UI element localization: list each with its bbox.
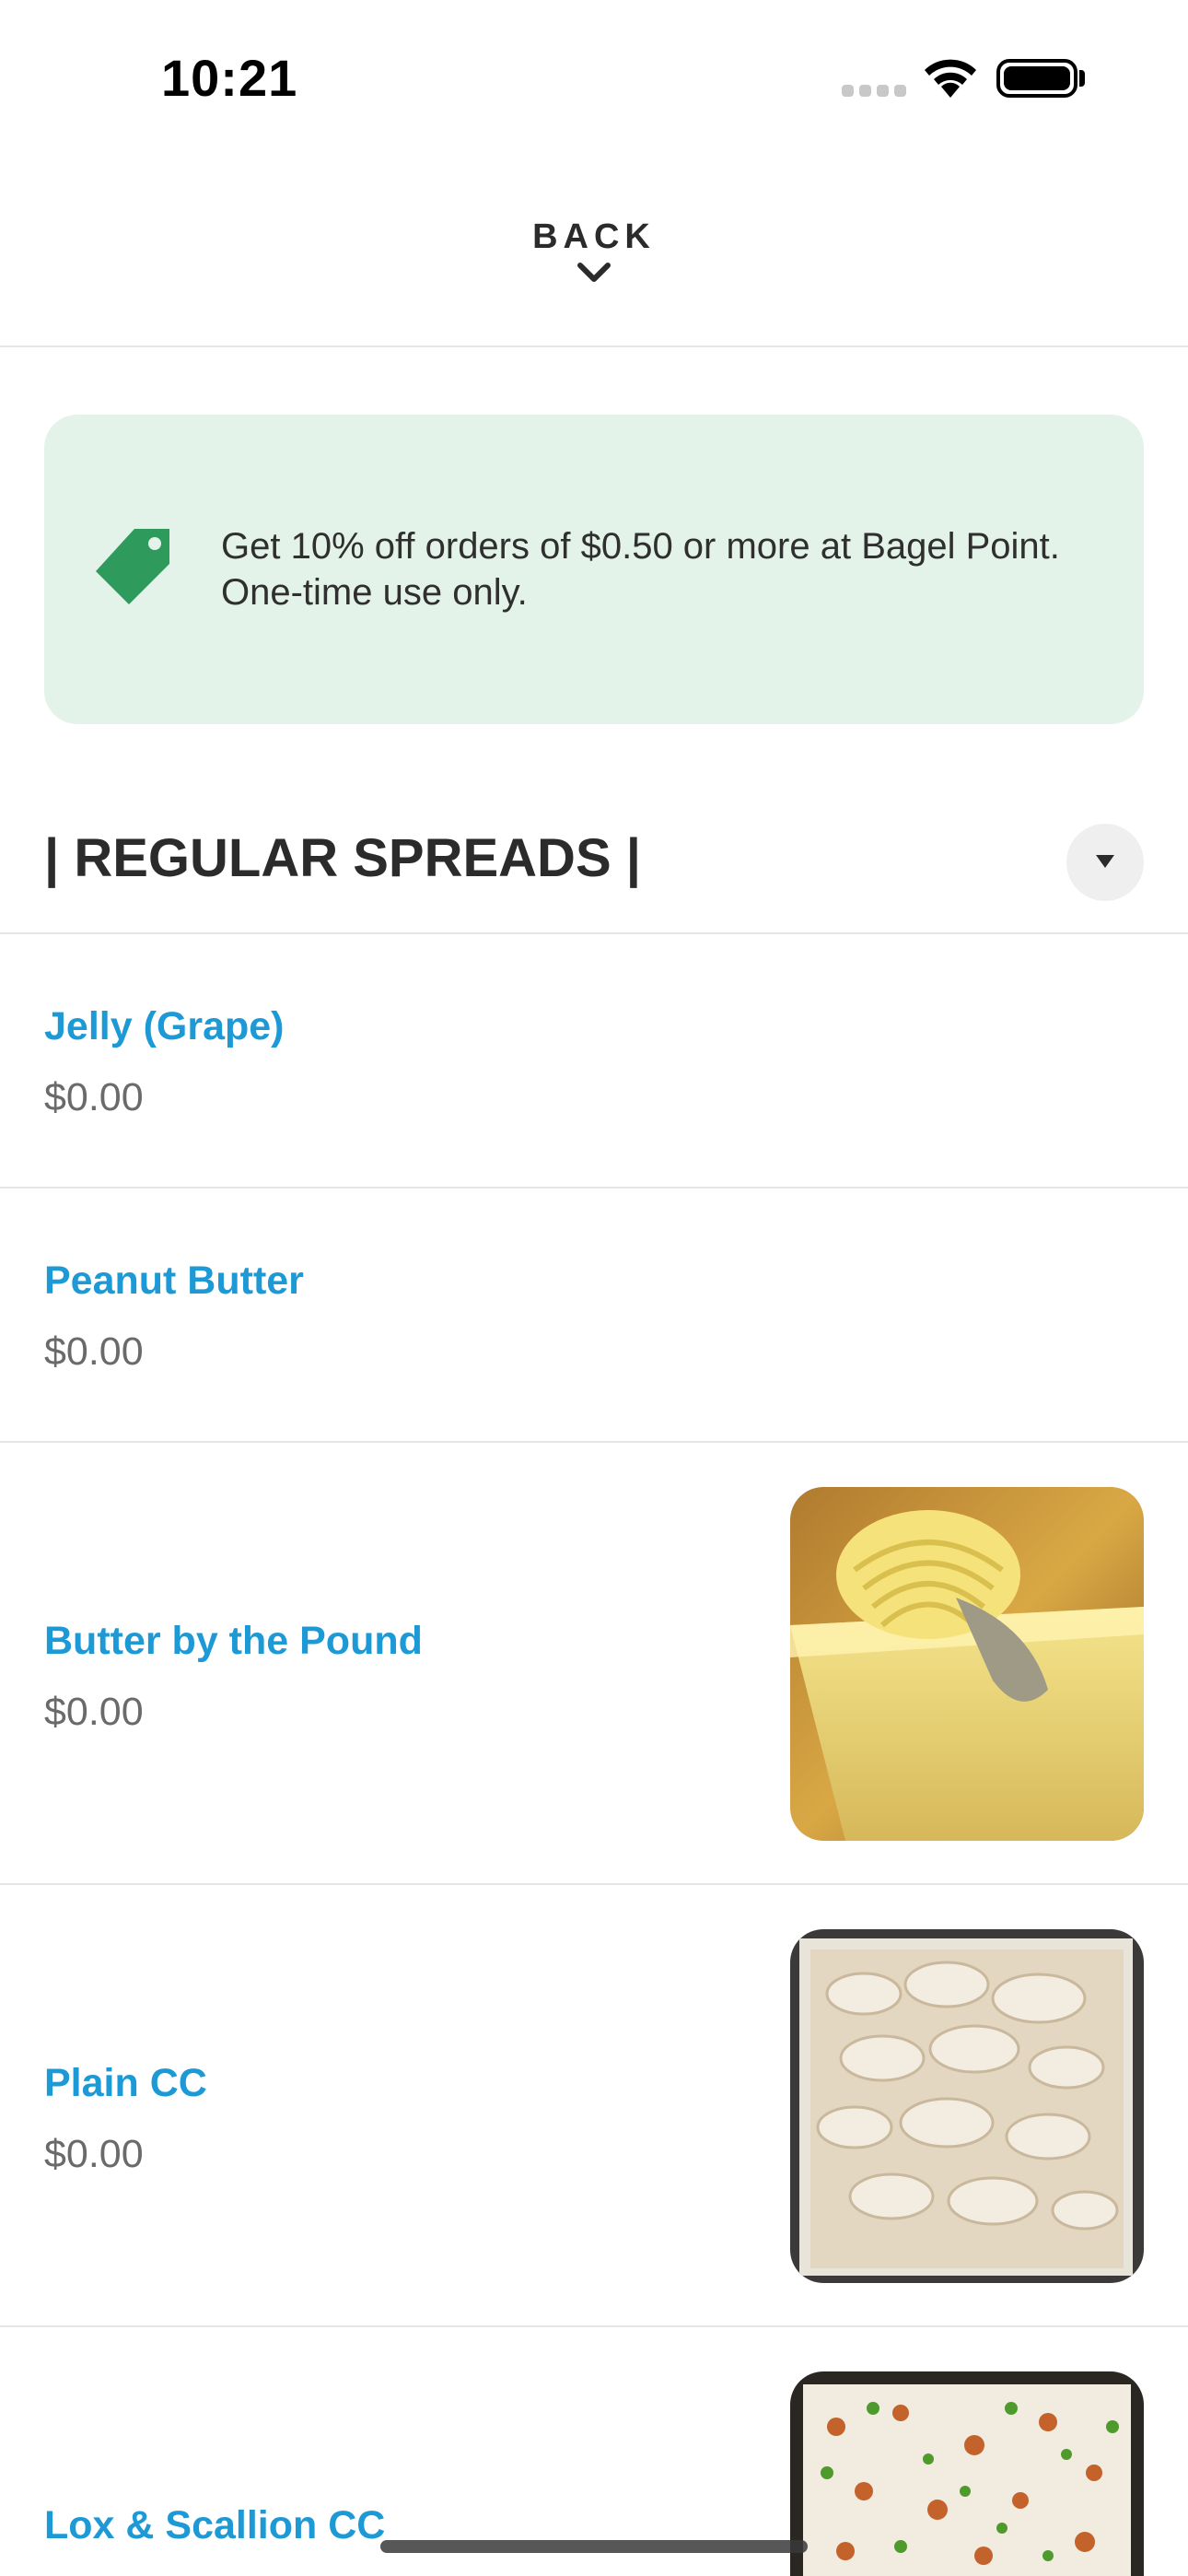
home-indicator[interactable] — [380, 2540, 808, 2553]
item-name[interactable]: Butter by the Pound — [44, 1619, 423, 1664]
back-button[interactable]: BACK — [502, 217, 686, 310]
cream-cheese-photo[interactable] — [790, 1929, 1144, 2283]
menu-item-jelly[interactable] — [0, 934, 1188, 1187]
item-price: $0.00 — [44, 1690, 144, 1734]
item-price: $0.00 — [44, 1075, 144, 1119]
battery-cap — [1079, 70, 1085, 87]
item-price: $0.00 — [44, 2132, 144, 2176]
item-name[interactable]: Jelly (Grape) — [44, 1004, 285, 1049]
section-title: | REGULAR SPREADS | — [44, 828, 641, 888]
wifi-icon — [925, 59, 976, 98]
cellular-signal-icon — [842, 85, 906, 100]
chevron-down-icon — [577, 263, 611, 282]
item-name[interactable]: Plain CC — [44, 2061, 207, 2106]
caret-down-icon — [1096, 855, 1114, 868]
price-tag-icon — [96, 529, 169, 604]
lox-scallion-cream-cheese-photo[interactable] — [790, 2371, 1144, 2576]
menu-item-peanut-butter[interactable] — [0, 1188, 1188, 1441]
status-time: 10:21 — [161, 49, 298, 107]
battery-icon — [996, 59, 1077, 98]
promo-text: Get 10% off orders of $0.50 or more at B… — [221, 526, 1060, 613]
item-price: $0.00 — [44, 1329, 144, 1374]
header-divider — [0, 345, 1188, 347]
section-toggle-button[interactable] — [1066, 824, 1144, 901]
item-name[interactable]: Peanut Butter — [44, 1259, 304, 1304]
item-name[interactable]: Lox & Scallion CC — [44, 2503, 385, 2548]
back-label: BACK — [532, 217, 656, 256]
butter-photo[interactable] — [790, 1487, 1144, 1841]
